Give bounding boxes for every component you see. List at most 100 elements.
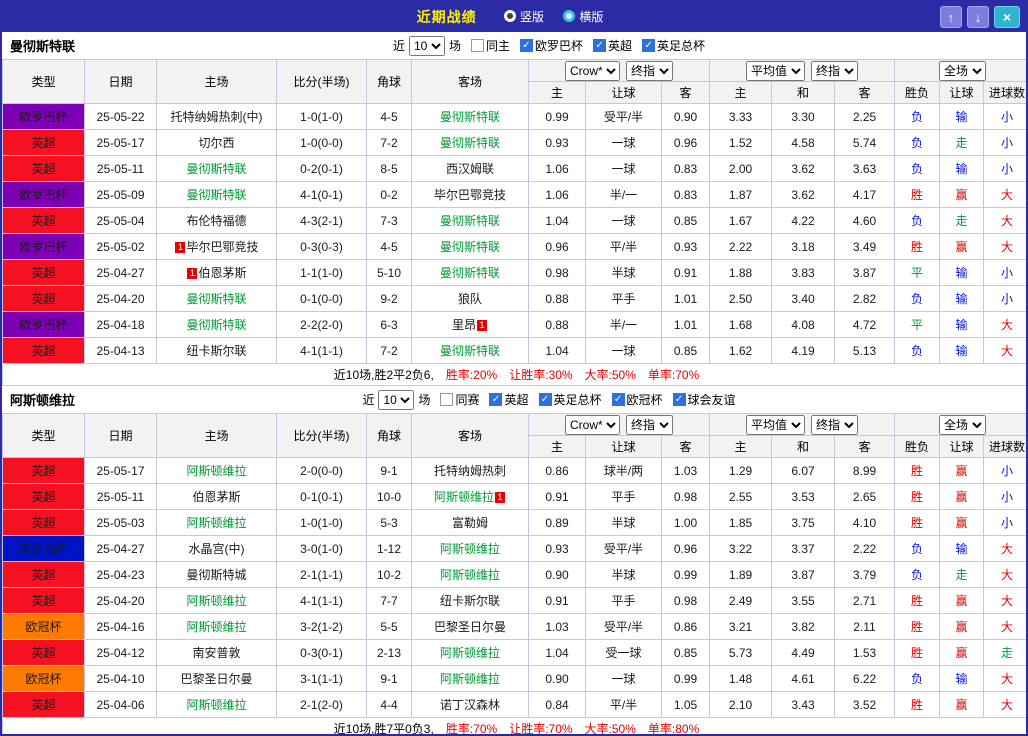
team-section-2: 阿斯顿维拉近 10 场同赛 ✓ 英超 ✓ 英足总杯 ✓ 欧冠杯 ✓ 球会友谊 类型 日期 主场 比分(半场)… xyxy=(2,386,1026,736)
result-indicator: 大 xyxy=(983,535,1026,562)
column-header-corner: 角球 xyxy=(366,413,412,458)
bookmaker-odds-value: 0.89 xyxy=(528,509,586,536)
filter-checkbox[interactable]: ✓ 欧罗巴杯 xyxy=(520,37,583,54)
away-team-cell: 阿斯顿维拉 xyxy=(411,561,529,588)
summary-stat: 让胜率:70% xyxy=(509,722,573,736)
radio-button-selected-icon xyxy=(563,10,576,22)
result-indicator: 赢 xyxy=(939,483,985,510)
bookmaker-odds-value: 0.99 xyxy=(528,103,586,130)
result-indicator: 负 xyxy=(894,561,941,588)
recent-count-select[interactable]: 10 xyxy=(378,389,415,410)
average-odds-value: 3.55 xyxy=(771,587,835,614)
bookmaker-odds-value: 一球 xyxy=(585,337,662,364)
layout-radio-vertical[interactable]: 竖版 xyxy=(503,8,544,25)
average-odds-value: 1.87 xyxy=(709,181,772,208)
average-odds-value: 4.10 xyxy=(833,509,896,536)
result-indicator: 胜 xyxy=(894,691,941,718)
bookmaker-stage-select[interactable]: 终指 xyxy=(626,60,673,81)
column-subheader: 让球 xyxy=(939,81,985,104)
average-odds-value: 2.71 xyxy=(833,587,896,614)
filter-checkbox[interactable]: ✓ 欧冠杯 xyxy=(611,391,663,408)
fulltime-select[interactable]: 全场 xyxy=(939,414,987,435)
league-badge: 英超 xyxy=(2,561,85,588)
bookmaker-odds-value: 0.99 xyxy=(661,561,710,588)
average-odds-value: 2.55 xyxy=(709,483,772,510)
team-name-text: 伯恩茅斯 xyxy=(192,490,241,504)
summary-stat: 让胜率:30% xyxy=(509,368,573,382)
average-stage-select[interactable]: 终指 xyxy=(811,60,858,81)
result-indicator: 走 xyxy=(983,639,1026,666)
match-row: 欧冠杯 25-04-10 巴黎圣日尔曼 3-1(1-1) 9-1 阿斯顿维拉 0.90 一球 0… xyxy=(2,665,1026,692)
bookmaker-odds-value: 平手 xyxy=(585,483,662,510)
average-odds-value: 3.33 xyxy=(709,103,772,130)
layout-radio-horizontal[interactable]: 横版 xyxy=(563,8,603,25)
match-score: 1-1(1-0) xyxy=(276,259,367,286)
filter-checkbox[interactable]: ✓ 英超 xyxy=(593,37,632,54)
average-odds-value: 1.62 xyxy=(709,337,772,364)
filter-checkbox[interactable]: 同赛 xyxy=(440,391,479,408)
bookmaker-odds-value: 0.84 xyxy=(528,691,586,718)
average-select[interactable]: 平均值 xyxy=(746,414,805,435)
bookmaker-odds-value: 0.90 xyxy=(661,103,710,130)
filter-checkbox[interactable]: ✓ 英超 xyxy=(489,391,529,408)
filter-checkbox[interactable]: ✓ 球会友谊 xyxy=(672,391,736,408)
bookmaker-odds-value: 0.93 xyxy=(528,535,586,562)
checked-checkbox-icon: ✓ xyxy=(538,393,552,406)
bookmaker-odds-value: 1.04 xyxy=(528,639,586,666)
team-name-text: 托特纳姆热刺(中) xyxy=(170,110,263,124)
bookmaker-odds-value: 0.85 xyxy=(661,207,710,234)
column-subheader: 客 xyxy=(661,81,710,104)
recent-count-select[interactable]: 10 xyxy=(408,35,445,56)
home-team-cell: 水晶宫(中) xyxy=(156,535,277,562)
radio-label-horizontal: 横版 xyxy=(579,9,604,24)
corner-count: 6-3 xyxy=(366,311,412,338)
scroll-up-button[interactable]: ↑ xyxy=(940,6,962,28)
checked-checkbox-icon: ✓ xyxy=(672,393,686,406)
filter-checkbox[interactable]: ✓ 英足总杯 xyxy=(642,37,705,54)
bookmaker-odds-value: 0.88 xyxy=(528,311,586,338)
filter-checkbox[interactable]: 同主 xyxy=(470,37,510,54)
bookmaker-odds-value: 1.01 xyxy=(661,285,710,312)
away-team-cell: 阿斯顿维拉 xyxy=(411,665,529,692)
bookmaker-odds-value: 平手 xyxy=(585,285,662,312)
bookmaker-odds-value: 一球 xyxy=(585,129,662,156)
league-badge: 欧罗巴杯 xyxy=(2,103,85,130)
match-date: 25-04-20 xyxy=(84,587,157,614)
window-controls: ↑ ↓ × xyxy=(940,6,1020,28)
summary-record: 近10场,胜7平0负3, xyxy=(333,722,434,736)
bookmaker-stage-select[interactable]: 终指 xyxy=(626,414,673,435)
checked-checkbox-icon: ✓ xyxy=(611,393,625,406)
matches-label: 场 xyxy=(418,393,431,407)
team-name-text: 切尔西 xyxy=(198,136,235,150)
corner-count: 4-5 xyxy=(366,233,412,260)
average-odds-value: 2.82 xyxy=(833,285,896,312)
fulltime-header: 全场 xyxy=(894,59,1026,82)
checkbox-label: 欧冠杯 xyxy=(626,393,663,407)
fulltime-select[interactable]: 全场 xyxy=(939,60,987,81)
away-team-cell: 阿斯顿维拉 1 xyxy=(411,483,529,510)
average-odds-value: 4.61 xyxy=(771,665,835,692)
average-odds-value: 1.89 xyxy=(709,561,772,588)
result-indicator: 赢 xyxy=(939,691,985,718)
scroll-down-button[interactable]: ↓ xyxy=(967,6,989,28)
team-name-text: 阿斯顿维拉 xyxy=(439,568,500,582)
checked-checkbox-icon: ✓ xyxy=(593,39,607,52)
team-name-text: 诺丁汉森林 xyxy=(439,698,500,712)
result-indicator: 大 xyxy=(983,337,1026,364)
bookmaker-select[interactable]: Crow* xyxy=(565,60,620,81)
match-score: 1-0(0-0) xyxy=(276,129,367,156)
result-indicator: 负 xyxy=(894,285,941,312)
bookmaker-odds-value: 0.91 xyxy=(661,259,710,286)
away-team-cell: 诺丁汉森林 xyxy=(411,691,529,718)
team-name-text: 曼彻斯特城 xyxy=(186,568,247,582)
bookmaker-odds-value: 受平/半 xyxy=(585,535,662,562)
close-button[interactable]: × xyxy=(994,6,1020,28)
average-odds-value: 2.25 xyxy=(833,103,896,130)
result-indicator: 输 xyxy=(939,285,985,312)
bookmaker-select[interactable]: Crow* xyxy=(565,414,620,435)
average-stage-select[interactable]: 终指 xyxy=(811,414,858,435)
filter-checkbox[interactable]: ✓ 英足总杯 xyxy=(538,391,602,408)
column-subheader: 主 xyxy=(709,81,772,104)
bookmaker-odds-value: 0.98 xyxy=(661,587,710,614)
average-select[interactable]: 平均值 xyxy=(746,60,805,81)
